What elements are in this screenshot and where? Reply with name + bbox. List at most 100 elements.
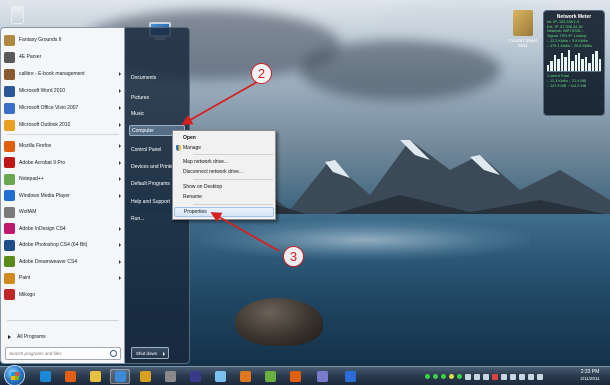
contact-sheet-label: Contact Sheet 2011 bbox=[508, 38, 538, 49]
chevron-right-icon[interactable] bbox=[119, 226, 121, 231]
network-meter-bar bbox=[557, 58, 560, 72]
paint-icon bbox=[4, 272, 15, 284]
start-button[interactable] bbox=[4, 365, 25, 385]
flag-icon[interactable] bbox=[510, 373, 516, 380]
search-icon[interactable] bbox=[110, 350, 117, 357]
taskbar-app-button[interactable] bbox=[85, 369, 105, 384]
indesign-icon bbox=[4, 223, 15, 234]
chevron-right-icon[interactable] bbox=[119, 106, 121, 110]
taskbar-app-button[interactable] bbox=[35, 369, 55, 384]
taskbar-app-button[interactable] bbox=[312, 369, 332, 384]
program-item[interactable]: Microsoft Word 2010 bbox=[4, 83, 123, 99]
taskbar-app-button[interactable] bbox=[260, 369, 280, 384]
program-item[interactable]: Mikogo bbox=[4, 287, 123, 303]
program-item[interactable]: Windows Media Player bbox=[4, 188, 123, 204]
chevron-right-icon[interactable] bbox=[119, 89, 121, 93]
context-menu-item[interactable]: Open bbox=[174, 133, 274, 143]
chevron-right-icon[interactable] bbox=[119, 123, 121, 127]
tray-status-icon[interactable] bbox=[433, 374, 438, 379]
network-icon[interactable] bbox=[501, 373, 507, 380]
program-item[interactable]: calibre - E-book management bbox=[4, 66, 123, 82]
tray-app-icon[interactable] bbox=[492, 373, 498, 380]
app-icon bbox=[89, 371, 101, 382]
shutdown-button[interactable]: Shut down bbox=[131, 347, 169, 359]
power-icon[interactable] bbox=[519, 373, 525, 380]
program-item[interactable]: Fantasy Grounds II bbox=[4, 32, 123, 48]
place-item[interactable]: Documents bbox=[131, 72, 187, 83]
context-menu-item[interactable]: Rename bbox=[174, 192, 274, 202]
taskbar-app-button[interactable] bbox=[185, 369, 205, 384]
program-label: Mozilla Firefox bbox=[19, 143, 52, 149]
context-menu-item[interactable]: Disconnect network drive... bbox=[174, 167, 274, 177]
dreamweaver-icon bbox=[4, 256, 15, 267]
place-item[interactable]: Pictures bbox=[131, 92, 187, 103]
context-menu-item[interactable]: Manage bbox=[174, 143, 274, 153]
program-label: Adobe InDesign CS4 bbox=[19, 225, 66, 232]
program-label: Paint bbox=[19, 275, 31, 281]
program-item[interactable]: Adobe Acrobat 9 Pro bbox=[4, 155, 123, 171]
chevron-right-icon[interactable] bbox=[119, 193, 121, 198]
contact-sheet-icon[interactable]: Contact Sheet 2011 bbox=[508, 10, 538, 62]
network-meter-bar bbox=[574, 54, 577, 72]
program-item[interactable]: Microsoft Outlook 2010 bbox=[4, 117, 123, 133]
lake-reflection bbox=[200, 220, 530, 260]
word-icon bbox=[4, 85, 15, 97]
tray-app-icon[interactable] bbox=[465, 373, 471, 380]
app-icon bbox=[114, 371, 126, 382]
program-item[interactable]: WolfAM bbox=[4, 204, 123, 220]
taskbar-app-button[interactable] bbox=[210, 369, 230, 384]
chevron-right-icon[interactable] bbox=[119, 276, 121, 280]
network-meter-bar bbox=[547, 65, 550, 72]
network-meter-bar bbox=[581, 58, 584, 72]
taskbar-app-button[interactable] bbox=[110, 369, 130, 384]
tray-status-icon[interactable] bbox=[441, 374, 446, 379]
program-item[interactable]: 4E Parser bbox=[4, 49, 123, 65]
program-item[interactable]: Adobe InDesign CS4 bbox=[4, 221, 123, 237]
program-item[interactable]: Microsoft Office Visio 2007 bbox=[4, 100, 123, 116]
network-meter-bar bbox=[598, 58, 601, 72]
network-meter-bar bbox=[560, 52, 564, 72]
context-menu-item[interactable]: Properties bbox=[174, 207, 274, 217]
tray-app-icon[interactable] bbox=[483, 373, 489, 380]
tray-status-icon[interactable] bbox=[425, 374, 430, 379]
place-item[interactable]: Music bbox=[131, 108, 187, 119]
taskbar-app-button[interactable] bbox=[135, 369, 155, 384]
search-box[interactable] bbox=[5, 347, 121, 360]
program-item[interactable]: Mozilla Firefox bbox=[4, 138, 123, 154]
taskbar-app-button[interactable] bbox=[160, 369, 180, 384]
clock[interactable]: 2:33 PM 2/11/2011 bbox=[572, 369, 608, 381]
taskbar-app-button[interactable] bbox=[285, 369, 305, 384]
visio-icon bbox=[4, 102, 15, 114]
search-input[interactable] bbox=[9, 348, 109, 359]
network-meter-line: ↑ 147.9 MB ↑ 114.2 MB bbox=[547, 83, 587, 88]
chevron-right-icon[interactable] bbox=[119, 160, 121, 165]
tray-app-icon[interactable] bbox=[474, 373, 480, 380]
network-meter-gadget[interactable]: Network Meter Int. IP: 192.168.1.5 Ext. I… bbox=[543, 10, 605, 116]
program-item[interactable]: Adobe Dreamweaver CS4 bbox=[4, 254, 123, 270]
network-bars-icon[interactable] bbox=[537, 373, 543, 380]
taskbar-app-button[interactable] bbox=[235, 369, 255, 384]
chevron-right-icon[interactable] bbox=[163, 352, 165, 356]
programs-pane: Fantasy Grounds II 4E Parser calibre - E-b… bbox=[0, 27, 125, 364]
chevron-right-icon[interactable] bbox=[119, 177, 121, 181]
taskbar-app-button[interactable] bbox=[60, 369, 80, 384]
all-programs-button[interactable]: All Programs bbox=[4, 332, 123, 342]
program-item[interactable]: Paint bbox=[4, 270, 123, 286]
tray-status-icon[interactable] bbox=[457, 374, 462, 379]
program-item[interactable]: Notepad++ bbox=[4, 171, 123, 187]
tray-status-icon[interactable] bbox=[449, 374, 454, 379]
chevron-right-icon[interactable] bbox=[119, 144, 121, 148]
context-menu-label: Properties bbox=[184, 209, 207, 215]
network-meter-bar bbox=[567, 50, 571, 72]
chevron-right-icon[interactable] bbox=[119, 259, 121, 264]
context-menu-item[interactable]: Map network drive... bbox=[174, 157, 274, 167]
volume-icon[interactable] bbox=[528, 373, 534, 380]
context-menu-label: Show on Desktop bbox=[183, 184, 223, 190]
taskbar-app-button[interactable] bbox=[340, 369, 360, 384]
recycle-bin-icon[interactable] bbox=[6, 4, 28, 28]
chevron-right-icon[interactable] bbox=[119, 72, 121, 76]
program-item[interactable]: Adobe Photoshop CS4 (64 Bit) bbox=[4, 237, 123, 253]
context-menu-label: Map network drive... bbox=[183, 159, 229, 165]
chevron-right-icon[interactable] bbox=[119, 243, 121, 247]
context-menu-item[interactable]: Show on Desktop bbox=[174, 182, 274, 192]
